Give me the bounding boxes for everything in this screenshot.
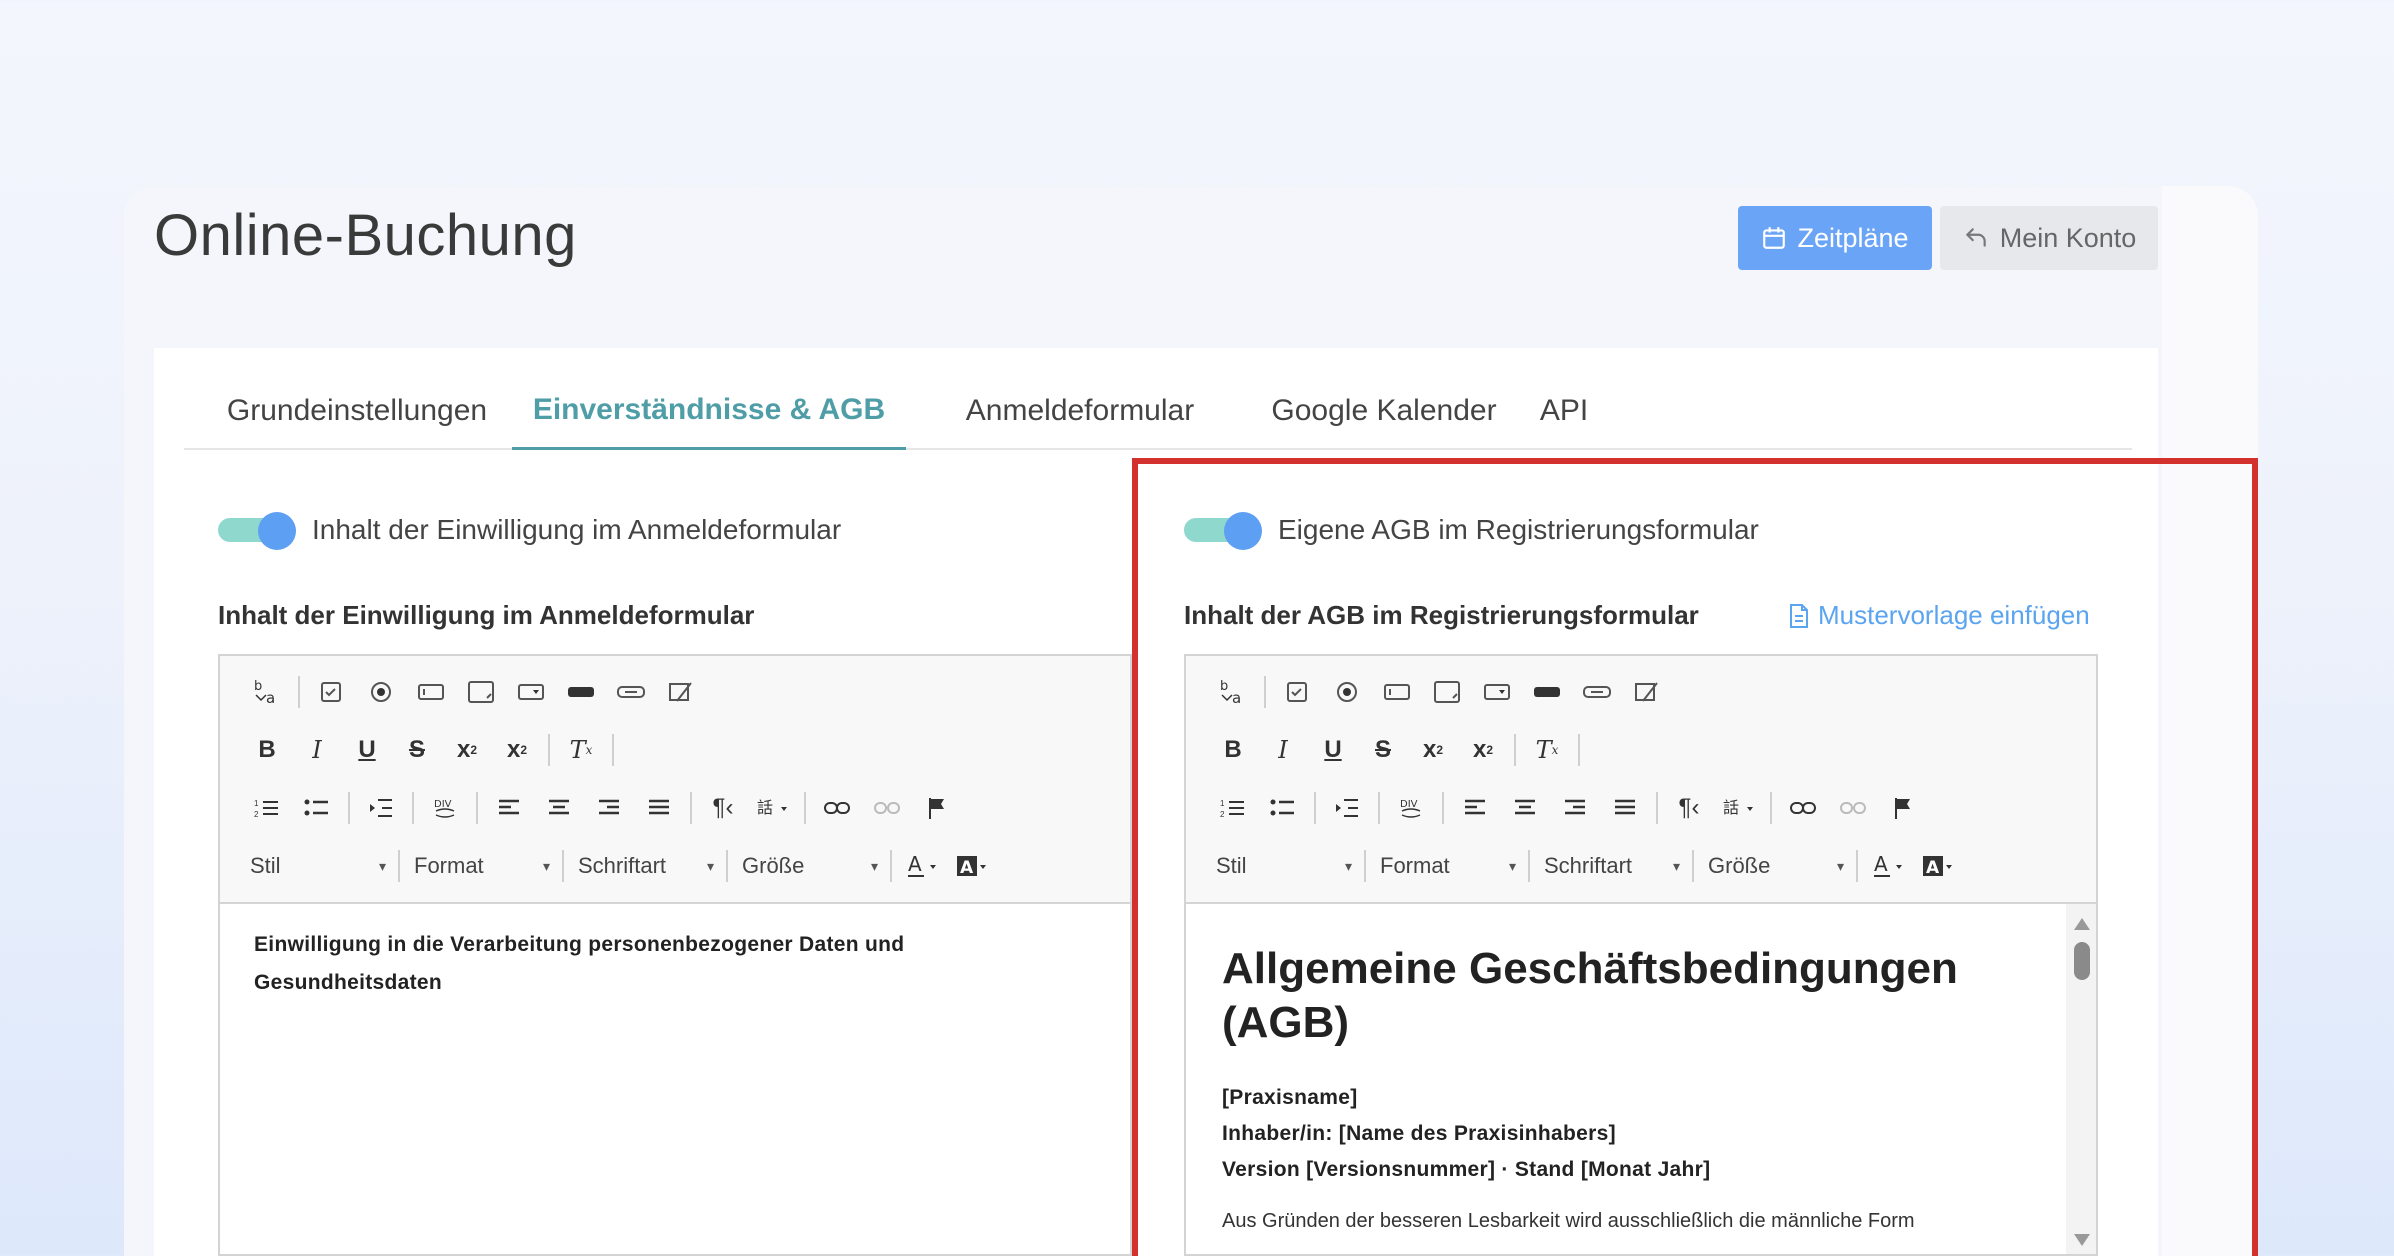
- toolbar-separator: [684, 788, 698, 828]
- svg-text:A: A: [908, 853, 922, 876]
- tab-basic-settings[interactable]: Grundeinstellungen: [192, 372, 522, 450]
- calendar-icon: [1761, 225, 1787, 251]
- consent-toggle-row: Inhalt der Einwilligung im Anmeldeformul…: [218, 512, 842, 550]
- italic-icon[interactable]: I: [292, 730, 342, 770]
- consent-editor[interactable]: ba B I U S x2 x2 Tx 12 DIV ¶‹ 話 Stil ▾ F…: [218, 654, 1132, 1256]
- clear-format-icon[interactable]: Tx: [556, 730, 606, 770]
- button-icon[interactable]: [556, 672, 606, 712]
- align-right-icon[interactable]: [584, 788, 634, 828]
- link-icon[interactable]: [812, 788, 862, 828]
- consent-editor-content[interactable]: Einwilligung in die Verarbeitung persone…: [254, 926, 1090, 1002]
- text-color-icon[interactable]: A: [898, 846, 948, 886]
- tab-consents-terms[interactable]: Einverständnisse & AGB: [512, 372, 906, 450]
- my-account-button[interactable]: Mein Konto: [1940, 206, 2158, 270]
- svg-text:DIV: DIV: [434, 799, 452, 810]
- size-dropdown[interactable]: Größe ▾: [734, 846, 884, 886]
- toolbar-separator: [542, 730, 556, 770]
- underline-icon[interactable]: U: [342, 730, 392, 770]
- my-account-button-label: Mein Konto: [1999, 222, 2137, 253]
- reply-arrow-icon: [1962, 225, 1990, 251]
- indent-icon[interactable]: [356, 788, 406, 828]
- text-field-icon[interactable]: [406, 672, 456, 712]
- toolbar-separator: [556, 846, 570, 886]
- svg-text:a: a: [266, 689, 275, 707]
- format-dropdown[interactable]: Format ▾: [406, 846, 556, 886]
- svg-text:A: A: [960, 858, 974, 878]
- consent-content-text: Einwilligung in die Verarbeitung persone…: [254, 933, 905, 994]
- svg-text:b: b: [254, 679, 262, 694]
- radio-icon[interactable]: [356, 672, 406, 712]
- unlink-icon[interactable]: [862, 788, 912, 828]
- schedules-button[interactable]: Zeitpläne: [1738, 206, 1932, 270]
- tab-bar: Grundeinstellungen Einverständnisse & AG…: [184, 372, 2132, 450]
- background-color-icon[interactable]: A: [948, 846, 998, 886]
- consent-content-label: Inhalt der Einwilligung im Anmeldeformul…: [218, 600, 755, 630]
- tab-google-calendar[interactable]: Google Kalender: [1236, 372, 1532, 450]
- strikethrough-icon[interactable]: S: [392, 730, 442, 770]
- toolbar-separator: [720, 846, 734, 886]
- align-left-icon[interactable]: [484, 788, 534, 828]
- highlight-frame: [1132, 458, 2258, 1256]
- svg-text:2: 2: [254, 810, 259, 819]
- page-title: Online-Buchung: [154, 203, 577, 268]
- toolbar-separator: [470, 788, 484, 828]
- select-field-icon[interactable]: [506, 672, 556, 712]
- language-dropdown-icon[interactable]: 話: [748, 788, 798, 828]
- align-justify-icon[interactable]: [634, 788, 684, 828]
- font-dropdown[interactable]: Schriftart ▾: [570, 846, 720, 886]
- hidden-field-icon[interactable]: [606, 672, 656, 712]
- paragraph-direction-icon[interactable]: ¶‹: [698, 788, 748, 828]
- anchor-flag-icon[interactable]: [912, 788, 962, 828]
- toolbar-separator: [606, 730, 620, 770]
- consent-toggle-label: Inhalt der Einwilligung im Anmeldeformul…: [312, 514, 842, 545]
- svg-text:1: 1: [254, 799, 259, 808]
- toolbar-separator: [392, 846, 406, 886]
- consent-toggle[interactable]: [218, 512, 298, 550]
- style-dropdown[interactable]: Stil ▾: [242, 846, 392, 886]
- consent-editor-toolbar: ba B I U S x2 x2 Tx 12 DIV ¶‹ 話 Stil ▾ F…: [220, 656, 1130, 904]
- toolbar-separator: [342, 788, 356, 828]
- checkbox-icon[interactable]: [306, 672, 356, 712]
- schedules-button-label: Zeitpläne: [1797, 222, 1909, 253]
- tab-registration-form[interactable]: Anmeldeformular: [920, 372, 1240, 450]
- language-icon[interactable]: ba: [242, 672, 292, 712]
- svg-text:話: 話: [757, 798, 773, 817]
- toolbar-separator: [798, 788, 812, 828]
- subscript-icon[interactable]: x2: [442, 730, 492, 770]
- toolbar-separator: [406, 788, 420, 828]
- div-container-icon[interactable]: DIV: [420, 788, 470, 828]
- form-icon[interactable]: [656, 672, 706, 712]
- align-center-icon[interactable]: [534, 788, 584, 828]
- superscript-icon[interactable]: x2: [492, 730, 542, 770]
- bold-icon[interactable]: B: [242, 730, 292, 770]
- bullet-list-icon[interactable]: [292, 788, 342, 828]
- numbered-list-icon[interactable]: 12: [242, 788, 292, 828]
- toolbar-separator: [884, 846, 898, 886]
- toolbar-separator: [292, 672, 306, 712]
- textarea-icon[interactable]: [456, 672, 506, 712]
- tab-api[interactable]: API: [1524, 372, 1604, 450]
